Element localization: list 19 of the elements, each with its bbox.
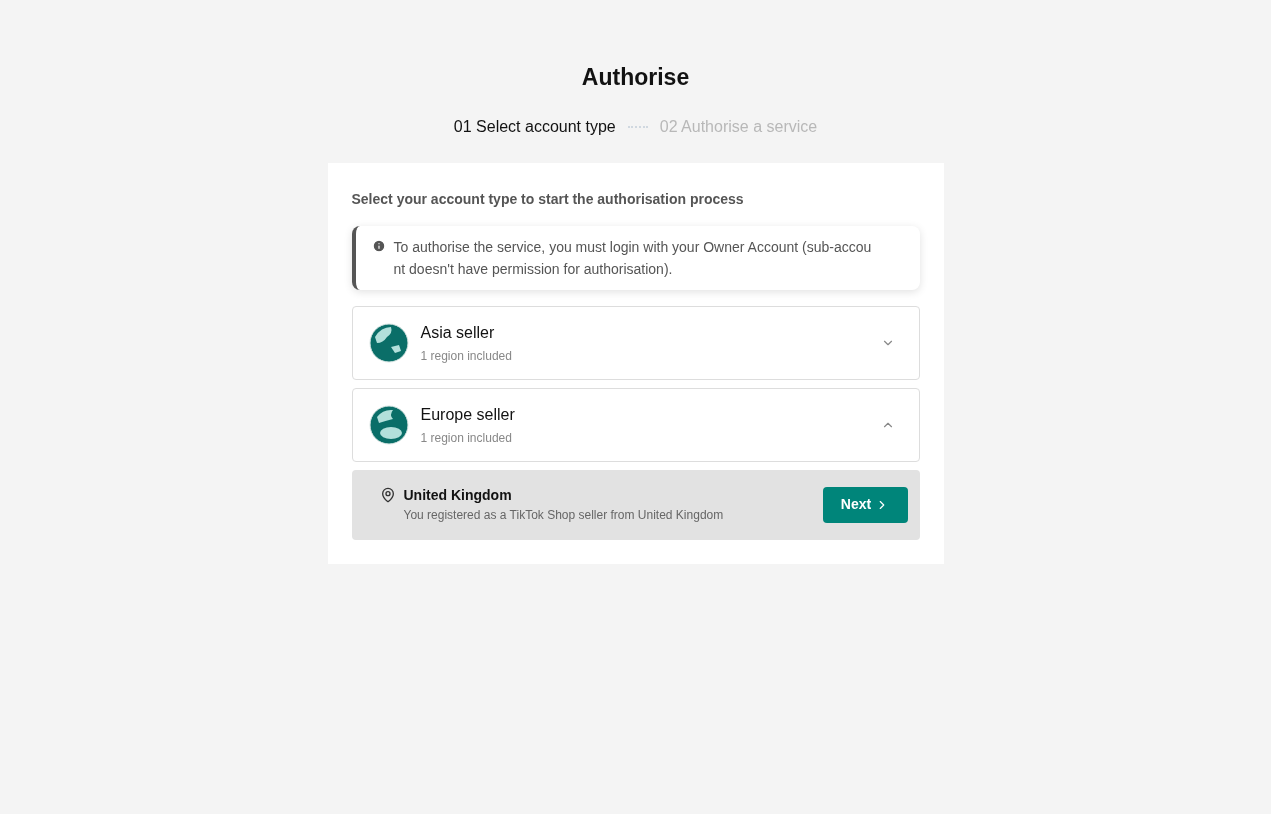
globe-icon [368, 404, 409, 445]
account-option[interactable]: Europe seller 1 region included [351, 387, 920, 462]
step-label: 02 Authorise a service [659, 116, 818, 137]
notice-text: To authorise the service, you must login with your Owner Account (sub-account doesn't have permission for authorisation). [393, 237, 873, 279]
page-title: Authorise [581, 63, 690, 92]
region-name: United Kingdom [403, 486, 513, 505]
account-subtitle: 1 region included [420, 429, 513, 447]
region-description: You registered as a TikTok Shop seller from United Kingdom [403, 507, 725, 524]
info-icon [371, 238, 386, 253]
instruction-text: Select your account type to start the authorisation process [351, 189, 745, 209]
next-button[interactable]: Next [822, 486, 908, 523]
account-subtitle: 1 region included [420, 347, 513, 365]
account-name: Europe seller [420, 404, 516, 425]
account-option[interactable]: Asia seller 1 region included [351, 305, 920, 380]
account-name: Asia seller [420, 322, 496, 343]
globe-icon [368, 322, 409, 363]
location-pin-icon [379, 486, 396, 503]
step-connector [627, 125, 648, 128]
step-label: 01 Select account type [453, 116, 616, 137]
